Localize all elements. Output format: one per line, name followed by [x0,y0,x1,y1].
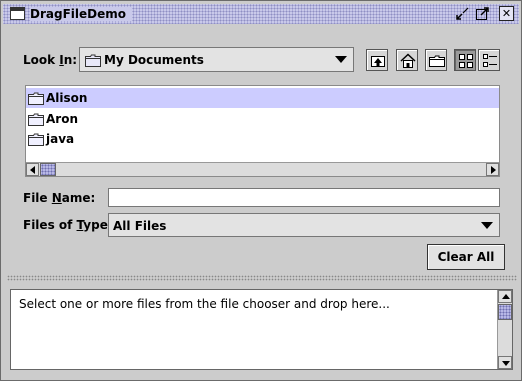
look-in-label: Look In: [23,53,78,67]
list-item[interactable]: java [26,129,499,149]
scroll-down-button[interactable] [498,356,512,369]
files-of-type-value: All Files [113,219,167,233]
vertical-scrollbar[interactable] [497,290,512,369]
scroll-left-button[interactable] [26,163,39,176]
file-name: Alison [46,91,88,105]
scrollbar-thumb[interactable] [40,163,56,176]
folder-icon [85,54,101,67]
arrow-right-icon [491,166,496,174]
details-view-icon [483,54,497,67]
file-list[interactable]: Alison Aron java [25,85,500,177]
title-bar[interactable]: DragFileDemo ✕ [3,4,519,24]
arrow-down-icon [502,361,510,366]
maximize-icon [476,7,489,20]
minimize-button[interactable] [455,6,470,21]
horizontal-scrollbar[interactable] [26,162,499,176]
split-pane-divider[interactable] [7,275,517,281]
up-one-level-button[interactable] [366,49,388,71]
maximize-button[interactable] [475,6,490,21]
files-of-type-label: Files of Type: [23,218,113,232]
arrow-left-icon [30,166,35,174]
scrollbar-thumb[interactable] [498,304,512,320]
folder-icon [28,92,44,105]
list-item[interactable]: Aron [26,109,499,129]
chevron-down-icon [335,56,347,63]
list-view-icon [459,54,473,68]
folder-icon [28,113,44,126]
files-of-type-dropdown[interactable]: All Files [108,213,500,237]
list-item[interactable]: Alison [26,88,499,108]
new-folder-button[interactable] [425,49,447,71]
window-title: DragFileDemo [30,7,132,21]
drop-target-area[interactable]: Select one or more files from the file c… [10,289,513,370]
look-in-dropdown[interactable]: My Documents [79,47,354,72]
scroll-right-button[interactable] [486,163,499,176]
folder-icon [28,133,44,146]
minimize-icon [456,7,469,20]
window-icon [10,7,25,20]
file-name-label: File Name: [23,191,96,205]
chevron-down-icon [481,222,493,229]
arrow-up-icon [502,294,510,299]
up-folder-icon [371,56,385,67]
app-window: DragFileDemo ✕ Look In: My Documents Ali… [0,0,522,381]
file-name: java [46,132,75,146]
file-name: Aron [46,112,78,126]
home-button[interactable] [396,49,418,71]
home-icon [400,53,416,68]
list-view-button[interactable] [454,49,476,71]
look-in-value: My Documents [104,53,204,67]
drop-instructions: Select one or more files from the file c… [19,297,390,311]
file-name-field[interactable] [108,188,500,207]
close-button[interactable]: ✕ [499,6,514,21]
scroll-up-button[interactable] [498,290,512,303]
close-icon: ✕ [501,7,512,20]
details-view-button[interactable] [478,49,500,71]
new-folder-icon [429,55,445,67]
clear-all-button[interactable]: Clear All [427,244,505,270]
